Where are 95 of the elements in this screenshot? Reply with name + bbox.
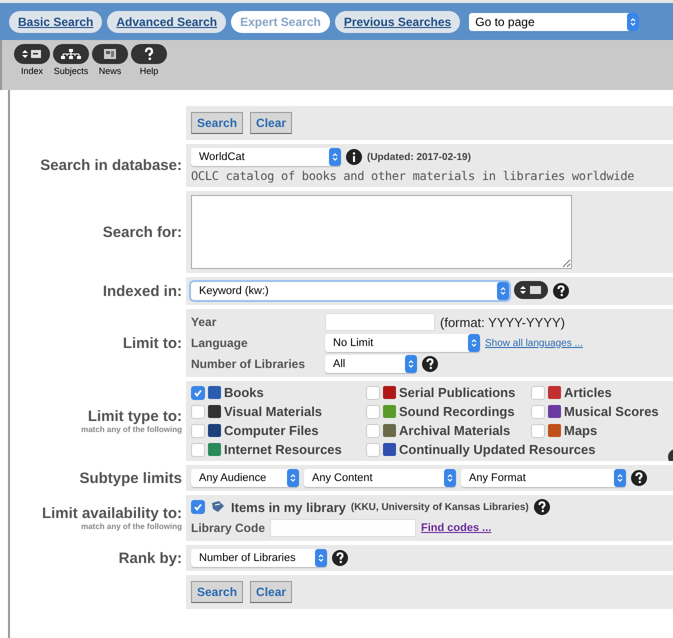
year-label: Year	[191, 315, 218, 329]
database-description: OCLC catalog of books and other materials in libraries worldwide	[191, 169, 636, 183]
toolbar-label: Help	[140, 66, 158, 76]
nav-tab[interactable]: Previous Searches	[334, 10, 460, 32]
material-type-icon	[548, 405, 561, 418]
type-option-label[interactable]: Internet Resources	[224, 442, 342, 457]
type-option-label[interactable]: Continually Updated Resources	[399, 442, 596, 457]
checkbox[interactable]	[366, 424, 380, 438]
index-icon[interactable]	[514, 281, 548, 301]
nav-tab[interactable]: Advanced Search	[107, 10, 226, 32]
checkbox[interactable]	[531, 404, 545, 418]
type-option-label[interactable]: Sound Recordings	[399, 404, 515, 419]
go-to-page-select[interactable]: Go to page	[469, 12, 640, 30]
nav-tab[interactable]: Basic Search	[9, 10, 102, 32]
my-library-label: Items in my library	[231, 500, 346, 514]
subtype-select[interactable]: Any Audience	[191, 469, 299, 487]
updated-date: (Updated: 2017-02-19)	[367, 152, 471, 162]
subtype-select[interactable]: Any Format	[461, 469, 626, 487]
show-all-languages-link[interactable]: Show all languages ...	[485, 338, 583, 348]
checkbox[interactable]	[531, 424, 545, 438]
material-type-icon	[383, 405, 396, 418]
info-icon[interactable]	[346, 149, 362, 165]
material-type-icon	[548, 386, 561, 399]
stepper-icon	[287, 469, 299, 487]
subtype-select[interactable]: Any Content	[304, 469, 456, 487]
field-label: Indexed in:	[102, 282, 182, 300]
hierarchy-icon[interactable]	[53, 44, 89, 64]
library-name: (KKU, University of Kansas Libraries)	[350, 502, 529, 512]
field-label: Search for:	[102, 224, 182, 240]
stepper-icon	[405, 355, 417, 373]
material-type-icon	[383, 386, 396, 399]
search-text-area[interactable]	[191, 195, 572, 269]
material-type-icon	[208, 443, 221, 456]
material-type-icon	[208, 424, 221, 437]
checkbox[interactable]	[191, 442, 205, 456]
stepper-icon	[444, 469, 456, 487]
language-select[interactable]: No Limit	[325, 334, 480, 352]
field-label: Search in database:	[40, 157, 182, 174]
index-icon[interactable]	[14, 44, 50, 64]
type-option-label[interactable]: Serial Publications	[399, 385, 516, 400]
type-option-label[interactable]: Books	[224, 385, 264, 400]
material-type-icon	[208, 386, 221, 399]
material-type-icon	[208, 405, 221, 418]
index-select[interactable]: Keyword (kw:)	[191, 282, 509, 300]
clear-button[interactable]: Clear	[250, 581, 292, 603]
field-label: Rank by:	[118, 550, 182, 566]
clear-button[interactable]: Clear	[250, 112, 292, 134]
field-label: Limit availability to:	[42, 505, 182, 522]
stepper-icon	[627, 12, 640, 30]
stepper-icon	[614, 469, 626, 487]
checkmark-icon	[193, 388, 203, 398]
checkbox[interactable]	[191, 386, 205, 400]
type-option-label[interactable]: Maps	[564, 423, 598, 438]
field-label: Subtype limits	[79, 470, 182, 486]
language-label: Language	[191, 336, 249, 350]
toolbar-label: News	[98, 66, 122, 76]
checkbox[interactable]	[191, 404, 205, 418]
checkbox[interactable]	[366, 442, 380, 456]
search-button[interactable]: Search	[191, 112, 244, 134]
library-code-label: Library Code	[191, 521, 266, 535]
type-option-label[interactable]: Visual Materials	[224, 404, 322, 419]
stepper-icon	[315, 549, 327, 567]
rank-select[interactable]: Number of Libraries	[191, 549, 327, 567]
field-label: Limit to:	[122, 334, 182, 352]
checkmark-icon	[193, 502, 203, 512]
material-type-icon	[383, 443, 396, 456]
material-type-icon	[548, 424, 561, 437]
checkbox[interactable]	[191, 500, 205, 514]
library-icon	[210, 500, 226, 514]
find-codes-link[interactable]: Find codes ...	[421, 522, 492, 534]
libraries-label: Number of Libraries	[191, 357, 306, 371]
newspaper-icon[interactable]	[92, 44, 128, 64]
search-button[interactable]: Search	[191, 581, 244, 603]
library-code-field[interactable]	[270, 519, 416, 537]
field-label: Limit type to:	[88, 408, 182, 425]
libraries-select[interactable]: All	[325, 355, 417, 373]
toolbar-label: Index	[20, 66, 44, 76]
type-option-label[interactable]: Computer Files	[224, 423, 319, 438]
toolbar-label: Subjects	[54, 66, 88, 76]
material-type-icon	[383, 424, 396, 437]
stepper-icon	[497, 282, 509, 300]
stepper-icon	[329, 148, 341, 166]
checkbox[interactable]	[366, 404, 380, 418]
type-option-label[interactable]: Articles	[564, 385, 612, 400]
database-select[interactable]: WorldCat	[191, 148, 341, 166]
type-option-label[interactable]: Archival Materials	[399, 423, 510, 438]
field-hint: match any of the following	[81, 522, 182, 531]
field-hint: match any of the following	[81, 425, 182, 434]
checkbox[interactable]	[531, 386, 545, 400]
year-field[interactable]	[325, 313, 435, 331]
checkbox[interactable]	[366, 386, 380, 400]
type-option-label[interactable]: Musical Scores	[564, 404, 659, 419]
stepper-icon	[468, 334, 480, 352]
checkbox[interactable]	[191, 424, 205, 438]
year-format-hint: (format: YYYY-YYYY)	[440, 314, 565, 330]
